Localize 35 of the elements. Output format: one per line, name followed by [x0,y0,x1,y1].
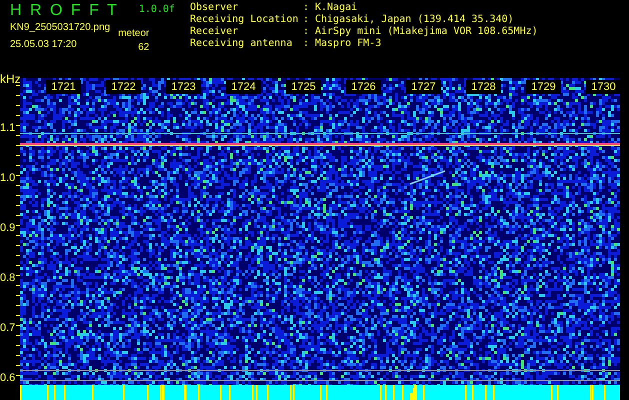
mode-label: meteor [118,28,150,39]
info-value: K.Nagai [315,2,358,14]
info-label: Receiving Location [190,14,300,26]
time-label: 1725 [286,80,321,94]
time-label: 1724 [226,80,261,94]
info-separator: : [303,26,310,38]
version-label: 1.0.0f [138,4,175,15]
filename-label: KN9_2505031720.png [10,22,110,33]
info-value: AirSpy mini (Miakejima VOR 108.65MHz) [315,26,538,38]
time-label: 1729 [526,80,561,94]
info-label: Receiving antenna [190,38,294,50]
count-label: 62 [138,42,150,53]
time-label: 1728 [466,80,501,94]
axis-tick-label: 1.0 [0,172,16,184]
info-label: Receiver [190,26,240,38]
axis-tick-label: 0.6 [0,372,16,384]
axis-tick-label: 0.8 [0,272,16,284]
axis-tick-label: 1.1 [0,122,16,134]
info-value: Chigasaki, Japan (139.414 35.340) [315,14,514,26]
app-title: H R O F F T [10,2,119,20]
time-label: 1723 [166,80,201,94]
time-label: 1730 [586,80,621,94]
info-separator: : [303,2,310,14]
info-separator: : [303,38,310,50]
time-label: 1721 [46,80,81,94]
time-label: 1727 [406,80,441,94]
info-value: Maspro FM-3 [315,38,382,50]
axis-tick-label: 0.9 [0,222,16,234]
time-label: 1722 [106,80,141,94]
axis-tick-label: 0.7 [0,322,16,334]
time-label: 1726 [346,80,381,94]
info-label: Observer [190,2,240,14]
axis-unit-label: kHz [0,72,21,86]
info-separator: : [303,14,310,26]
datetime-label: 25.05.03 17:20 [10,39,78,50]
